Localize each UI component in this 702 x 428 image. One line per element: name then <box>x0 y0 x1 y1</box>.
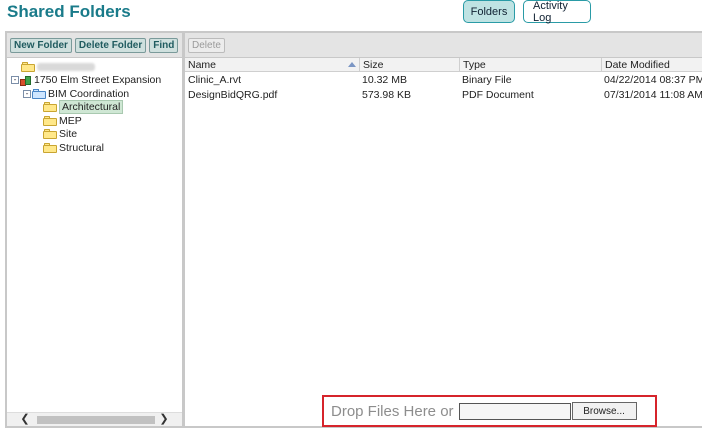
scroll-right-icon[interactable]: ❯ <box>156 413 172 427</box>
table-row[interactable]: DesignBidQRG.pdf 573.98 KB PDF Document … <box>185 88 702 103</box>
sort-ascending-icon <box>348 62 356 67</box>
tree-item-label: Structural <box>59 141 104 154</box>
browse-button[interactable]: Browse... <box>571 402 637 420</box>
column-header-label: Name <box>188 59 217 71</box>
file-size-cell: 10.32 MB <box>362 74 407 86</box>
new-folder-button[interactable]: New Folder <box>10 37 72 53</box>
tree-item-label: Architectural <box>59 100 124 115</box>
file-path-input[interactable] <box>458 402 571 420</box>
tree-horizontal-scrollbar[interactable]: ❮ ❯ <box>7 412 182 426</box>
tree-root-label-redacted <box>37 62 95 71</box>
column-header-size[interactable]: Size <box>359 58 459 72</box>
folder-icon <box>21 61 35 72</box>
column-header-type[interactable]: Type <box>459 58 601 72</box>
scroll-left-icon[interactable]: ❮ <box>17 413 33 427</box>
folder-icon <box>43 102 57 113</box>
scrollbar-thumb[interactable] <box>37 416 155 424</box>
tree-item-label: 1750 Elm Street Expansion <box>34 74 162 87</box>
find-button[interactable]: Find <box>149 37 179 53</box>
file-date-cell: 04/22/2014 08:37 PM <box>604 74 702 86</box>
tab-activity-log[interactable]: Activity Log <box>523 0 591 24</box>
folder-icon <box>43 142 57 153</box>
file-size-cell: 573.98 KB <box>362 89 412 101</box>
column-header-name[interactable]: Name <box>185 58 359 72</box>
folder-icon <box>43 129 57 140</box>
drop-zone-label: Drop Files Here or <box>331 402 454 420</box>
tree-item-mep[interactable]: MEP <box>7 114 182 128</box>
table-row[interactable]: Clinic_A.rvt 10.32 MB Binary File 04/22/… <box>185 73 702 88</box>
tree-root[interactable] <box>7 60 182 74</box>
file-grid-header: Name Size Type Date Modified <box>185 58 702 72</box>
file-date-cell: 07/31/2014 11:08 AM <box>604 89 702 101</box>
tree-item-project[interactable]: - 1750 Elm Street Expansion <box>7 74 182 88</box>
file-browser: New Folder Delete Folder Find - 1750 Elm… <box>5 31 702 428</box>
tree-item-structural[interactable]: Structural <box>7 141 182 155</box>
tree-item-label: Site <box>59 128 78 141</box>
tree-item-architectural[interactable]: Architectural <box>7 100 182 115</box>
file-type-cell: PDF Document <box>462 89 534 101</box>
column-header-date-modified[interactable]: Date Modified <box>601 58 702 72</box>
collapse-icon[interactable]: - <box>11 76 19 85</box>
file-name-cell: Clinic_A.rvt <box>188 74 242 86</box>
file-drop-zone[interactable]: Drop Files Here or Browse... <box>322 395 657 427</box>
delete-file-button[interactable]: Delete <box>188 37 225 53</box>
tree-item-site[interactable]: Site <box>7 128 182 142</box>
file-name-cell: DesignBidQRG.pdf <box>188 89 278 101</box>
file-type-cell: Binary File <box>462 74 512 86</box>
tree-item-bim-coordination[interactable]: - BIM Coordination <box>7 87 182 101</box>
folder-tree: - 1750 Elm Street Expansion - BIM Coordi… <box>7 58 182 155</box>
folder-open-icon <box>32 88 46 99</box>
file-toolbar: Delete <box>185 33 702 58</box>
page-title: Shared Folders <box>7 2 131 21</box>
tree-item-label: MEP <box>59 114 82 127</box>
file-list-panel: Delete Name Size Type Date Modified Clin… <box>185 33 702 426</box>
folder-tree-panel: New Folder Delete Folder Find - 1750 Elm… <box>7 33 185 426</box>
tree-item-label: BIM Coordination <box>48 87 130 100</box>
folder-icon <box>43 115 57 126</box>
view-toggle: Folders Activity Log <box>463 0 591 24</box>
tab-folders[interactable]: Folders <box>463 0 515 23</box>
collapse-icon[interactable]: - <box>23 89 31 98</box>
project-icon <box>20 75 32 86</box>
delete-folder-button[interactable]: Delete Folder <box>74 37 147 53</box>
folder-toolbar: New Folder Delete Folder Find <box>7 33 182 58</box>
